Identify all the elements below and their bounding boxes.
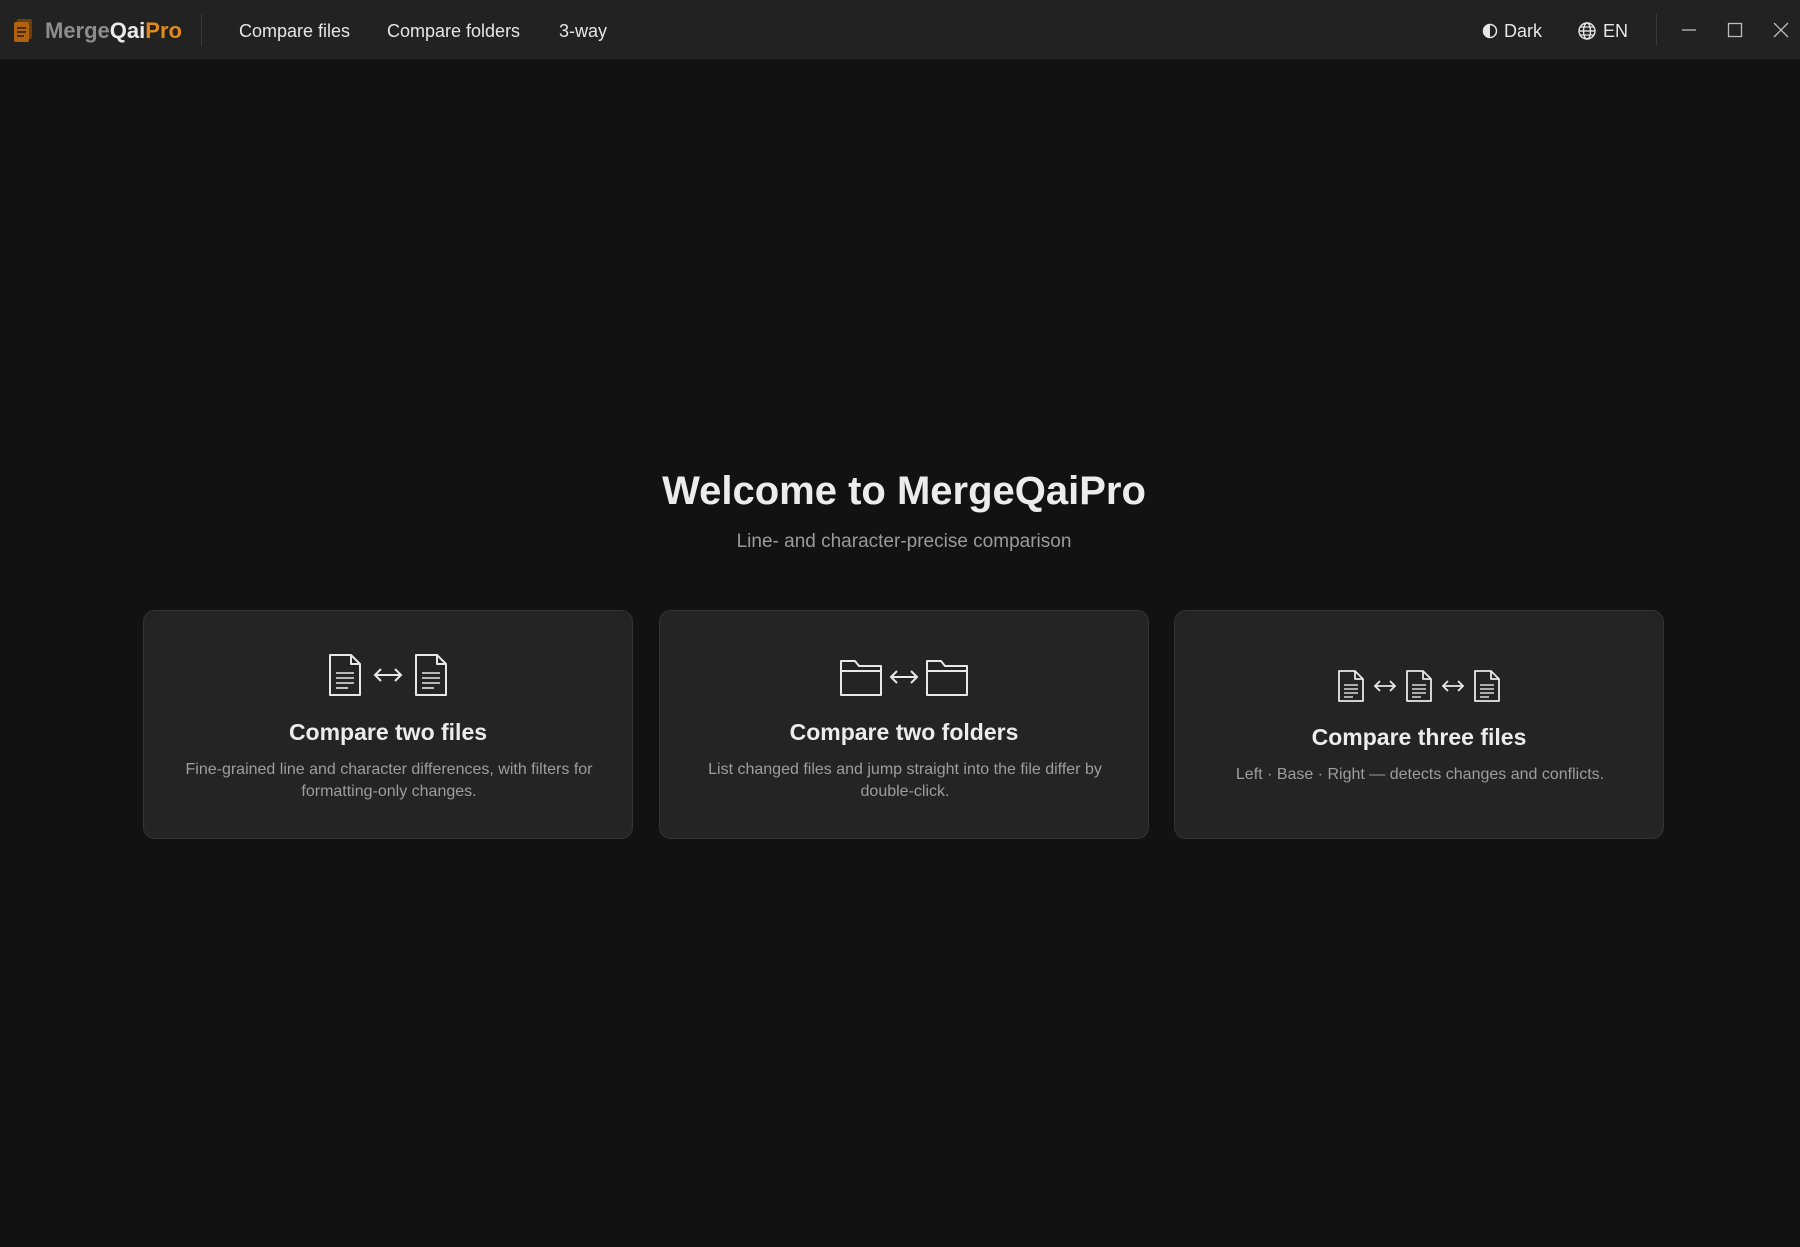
- nav-compare-files[interactable]: Compare files: [239, 18, 350, 44]
- maximize-button[interactable]: [1722, 16, 1748, 44]
- double-arrow-icon: [373, 668, 403, 682]
- contrast-icon: [1482, 23, 1498, 39]
- folder-icon: [840, 660, 882, 696]
- brand-pro: Pro: [145, 18, 182, 43]
- card-icons: [1175, 669, 1663, 703]
- double-arrow-icon: [1373, 680, 1397, 692]
- nav-compare-folders[interactable]: Compare folders: [387, 18, 520, 44]
- app-logo-icon: [14, 19, 32, 42]
- nav-3-way[interactable]: 3-way: [559, 18, 607, 44]
- file-icon: [329, 654, 361, 696]
- maximize-icon: [1727, 22, 1743, 38]
- app-brand: MergeQaiPro: [45, 17, 182, 45]
- card-compare-three-files[interactable]: Compare three files Left · Base · Right …: [1174, 610, 1664, 839]
- divider: [201, 14, 202, 46]
- language-button[interactable]: EN: [1577, 18, 1628, 44]
- folder-icon: [926, 660, 968, 696]
- theme-label: Dark: [1504, 20, 1543, 41]
- close-button[interactable]: [1768, 16, 1794, 44]
- card-compare-two-files[interactable]: Compare two files Fine-grained line and …: [143, 610, 633, 839]
- welcome-subtitle: Line- and character-precise comparison: [736, 531, 1072, 552]
- file-icon: [1474, 670, 1500, 702]
- card-title: Compare two folders: [789, 719, 1019, 745]
- card-compare-two-folders[interactable]: Compare two folders List changed files a…: [659, 610, 1149, 839]
- card-description: Fine-grained line and character differen…: [185, 761, 593, 800]
- card-description: List changed files and jump straight int…: [708, 761, 1102, 800]
- card-title: Compare two files: [288, 719, 488, 745]
- close-icon: [1773, 22, 1789, 38]
- welcome-title: Welcome to MergeQaiPro: [662, 469, 1146, 513]
- card-description: Left · Base · Right — detects changes an…: [1235, 766, 1605, 783]
- language-label: EN: [1603, 20, 1629, 41]
- card-icons: [144, 653, 632, 697]
- divider: [1656, 14, 1657, 46]
- theme-toggle-button[interactable]: Dark: [1482, 18, 1542, 44]
- file-icon: [1406, 670, 1432, 702]
- globe-icon: [1578, 22, 1596, 40]
- minimize-icon: [1682, 29, 1696, 31]
- title-bar: MergeQaiPro Compare files Compare folder…: [0, 0, 1800, 60]
- brand-qai: Qai: [109, 18, 146, 43]
- double-arrow-icon: [889, 670, 919, 684]
- file-icon: [1338, 670, 1364, 702]
- double-arrow-icon: [1441, 680, 1465, 692]
- brand-merge: Merge: [45, 18, 110, 43]
- minimize-button[interactable]: [1676, 16, 1702, 44]
- file-icon: [415, 654, 447, 696]
- card-title: Compare three files: [1311, 724, 1527, 750]
- card-icons: [660, 657, 1148, 697]
